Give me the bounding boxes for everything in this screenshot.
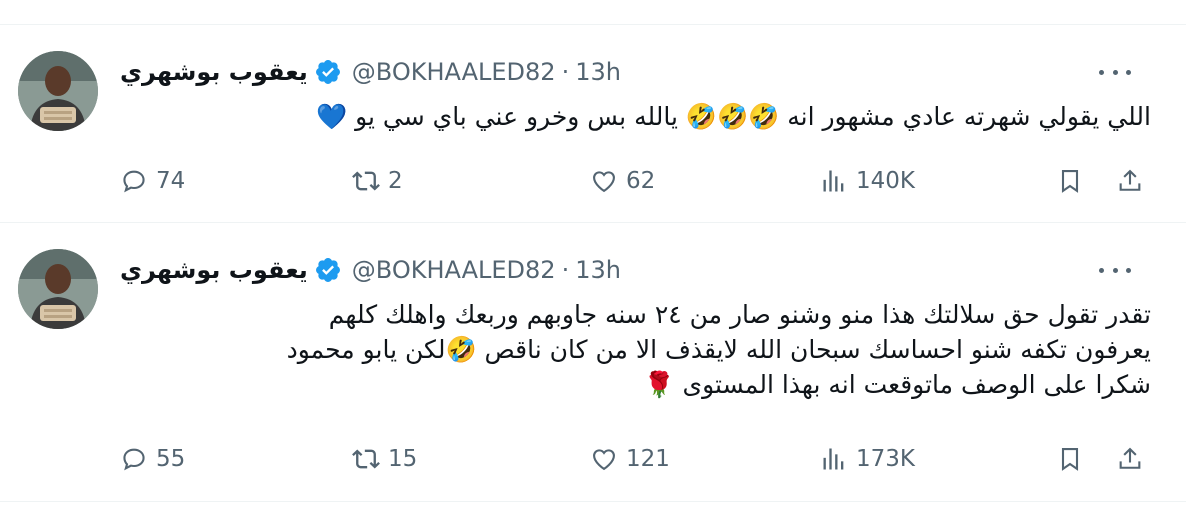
- views-button[interactable]: 173K: [820, 441, 915, 477]
- author-name[interactable]: يعقوب بوشهري: [120, 256, 308, 284]
- tweet-2[interactable]: يعقوب بوشهري @BOKHAALED82 · 13h تقدر تقو…: [0, 223, 1186, 500]
- tweet-1[interactable]: يعقوب بوشهري @BOKHAALED82 · 13h اللي يقو…: [0, 25, 1186, 221]
- reply-icon: [120, 167, 148, 195]
- like-count: 121: [626, 446, 670, 472]
- retweet-count: 15: [388, 446, 418, 472]
- divider-bottom: [0, 501, 1186, 502]
- action-bar: 55 15 121 173K: [120, 441, 1160, 477]
- share-icon: [1116, 445, 1144, 473]
- reply-button[interactable]: 74: [120, 163, 185, 199]
- views-icon: [820, 167, 848, 195]
- share-icon: [1116, 167, 1144, 195]
- avatar[interactable]: [18, 51, 98, 131]
- like-button[interactable]: 121: [590, 441, 670, 477]
- heart-icon: [590, 167, 618, 195]
- verified-badge-icon: [314, 58, 342, 86]
- reply-button[interactable]: 55: [120, 441, 185, 477]
- author-handle[interactable]: @BOKHAALED82: [352, 58, 556, 86]
- verified-badge-icon: [314, 256, 342, 284]
- like-button[interactable]: 62: [590, 163, 655, 199]
- retweet-button[interactable]: 15: [352, 441, 417, 477]
- reply-icon: [120, 445, 148, 473]
- author-handle[interactable]: @BOKHAALED82: [352, 256, 556, 284]
- retweet-button[interactable]: 2: [352, 163, 403, 199]
- bookmark-button[interactable]: [1056, 441, 1084, 477]
- views-count: 173K: [856, 446, 915, 472]
- separator: ·: [561, 256, 570, 284]
- more-icon[interactable]: [1099, 258, 1131, 282]
- retweet-icon: [352, 445, 380, 473]
- heart-icon: [590, 445, 618, 473]
- reply-count: 74: [156, 168, 186, 194]
- timestamp[interactable]: 13h: [575, 58, 621, 86]
- share-button[interactable]: [1116, 441, 1144, 477]
- timestamp[interactable]: 13h: [575, 256, 621, 284]
- share-button[interactable]: [1116, 163, 1144, 199]
- reply-count: 55: [156, 446, 186, 472]
- avatar[interactable]: [18, 249, 98, 329]
- author-name[interactable]: يعقوب بوشهري: [120, 58, 308, 86]
- action-bar: 74 2 62 140K: [120, 163, 1160, 199]
- bookmark-icon: [1056, 167, 1084, 195]
- bookmark-button[interactable]: [1056, 163, 1084, 199]
- like-count: 62: [626, 168, 656, 194]
- views-button[interactable]: 140K: [820, 163, 915, 199]
- retweet-icon: [352, 167, 380, 195]
- views-count: 140K: [856, 168, 915, 194]
- tweet-header: يعقوب بوشهري @BOKHAALED82 · 13h: [120, 54, 621, 90]
- more-icon[interactable]: [1099, 60, 1131, 84]
- tweet-text: تقدر تقول حق سلالتك هذا منو وشنو صار من …: [286, 300, 1151, 399]
- views-icon: [820, 445, 848, 473]
- tweet-text: اللي يقولي شهرته عادي مشهور انه 🤣🤣🤣 يالل…: [316, 102, 1151, 131]
- bookmark-icon: [1056, 445, 1084, 473]
- separator: ·: [561, 58, 570, 86]
- tweet-header: يعقوب بوشهري @BOKHAALED82 · 13h: [120, 252, 621, 288]
- retweet-count: 2: [388, 168, 403, 194]
